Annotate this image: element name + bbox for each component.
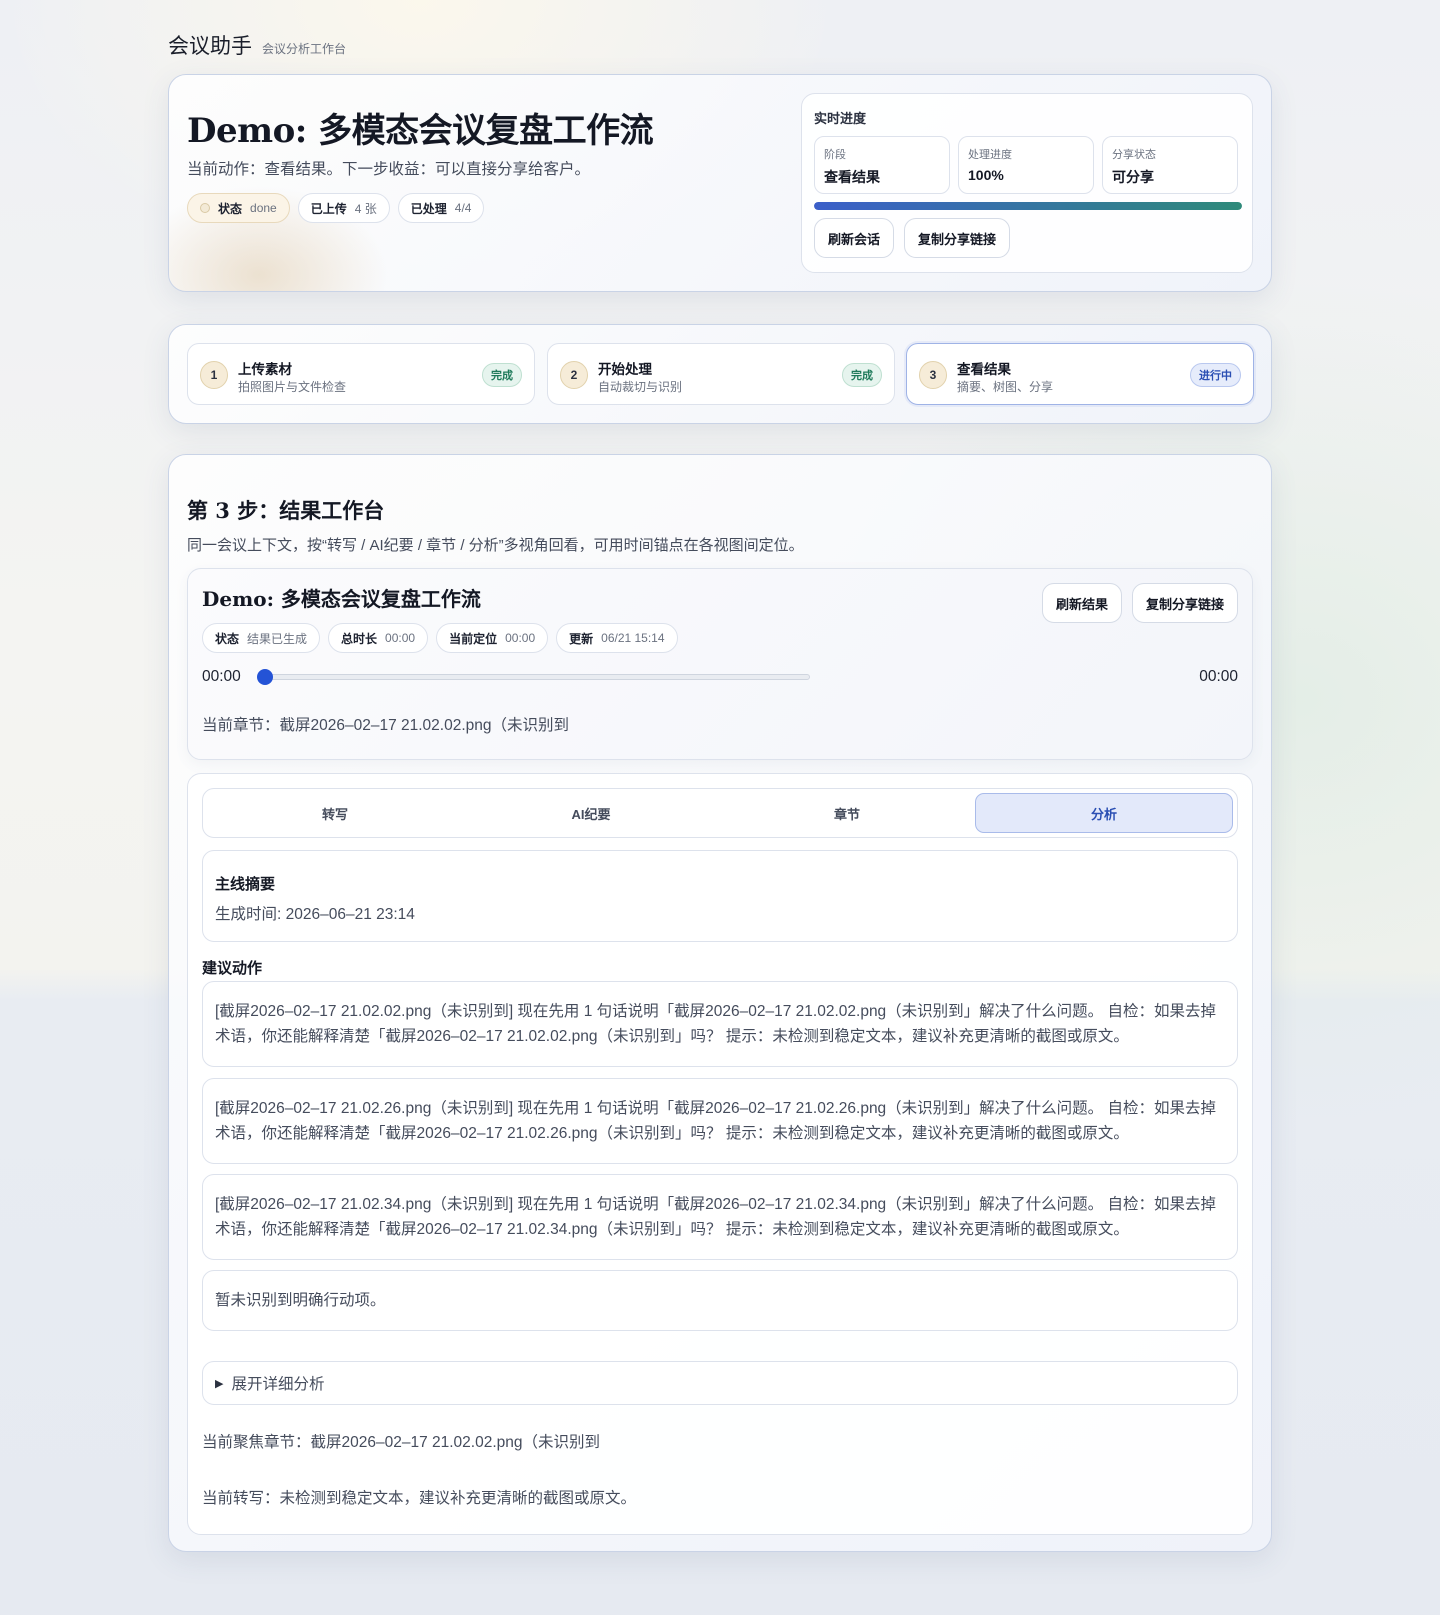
progress-bar xyxy=(814,202,1242,210)
updated-chip: 更新 06/21 15:14 xyxy=(556,623,678,653)
chip-value: 4 张 xyxy=(354,201,377,216)
chip-value: 00:00 xyxy=(385,631,416,645)
chip-value: done xyxy=(250,201,277,215)
step-title: 上传素材 xyxy=(238,362,292,377)
timeline-slider[interactable] xyxy=(257,669,810,685)
chip-value: 00:00 xyxy=(505,631,536,645)
empty-actions-message: 暂未识别到明确行动项。 xyxy=(202,1270,1238,1331)
brand: 会议助手 会议分析工作台 xyxy=(168,30,346,60)
brand-subtitle: 会议分析工作台 xyxy=(262,42,347,56)
tab-chapters[interactable]: 章节 xyxy=(719,793,975,833)
chip-value: 06/21 15:14 xyxy=(601,631,665,645)
current-transcript: 当前转写：未检测到稳定文本，建议补充更清晰的截图或原文。 xyxy=(202,1490,637,1507)
cell-value: 100% xyxy=(968,167,1004,183)
step-number: 3 xyxy=(919,361,947,389)
processing-cell: 处理进度 100% xyxy=(958,136,1094,194)
list-item: [截屏2026–02–17 21.02.26.png（未识别到] 现在先用 1 … xyxy=(202,1078,1238,1164)
hero-chips: 状态 done 已上传 4 张 已处理 4/4 xyxy=(187,193,485,223)
chip-key: 已处理 xyxy=(410,201,447,216)
chip-value: 4/4 xyxy=(454,201,472,215)
chip-key: 总时长 xyxy=(341,631,378,646)
step-subtitle: 拍照图片与文件检查 xyxy=(238,380,347,394)
details-label: 展开详细分析 xyxy=(231,1376,325,1393)
cell-key: 处理进度 xyxy=(968,149,1012,161)
step-process[interactable]: 2 开始处理 自动裁切与识别 完成 xyxy=(547,343,895,405)
copy-share-link-button[interactable]: 复制分享链接 xyxy=(1131,583,1238,623)
chip-value: 结果已生成 xyxy=(247,631,308,646)
current-time: 00:00 xyxy=(202,668,241,685)
current-chapter: 当前章节：截屏2026–02–17 21.02.02.png（未识别到 xyxy=(202,717,570,734)
player-chips: 状态 结果已生成 总时长 00:00 当前定位 00:00 更新 06/21 1… xyxy=(202,623,678,653)
player-actions: 刷新结果 复制分享链接 xyxy=(1041,583,1238,623)
step-title: 查看结果 xyxy=(957,362,1011,377)
results-workspace: 第 3 步：结果工作台 同一会议上下文，按“转写 / AI纪要 / 章节 / 分… xyxy=(168,454,1272,1552)
triangle-right-icon: ▶ xyxy=(215,1377,224,1390)
duration-chip: 总时长 00:00 xyxy=(328,623,429,653)
brand-title: 会议助手 xyxy=(168,34,252,58)
step-upload[interactable]: 1 上传素材 拍照图片与文件检查 完成 xyxy=(187,343,535,405)
main-summary: 主线摘要 生成时间: 2026–06–21 23:14 xyxy=(202,850,1238,942)
chip-key: 当前定位 xyxy=(449,631,498,646)
analysis-panel: 转写 AI纪要 章节 分析 主线摘要 生成时间: 2026–06–21 23:1… xyxy=(187,773,1253,1535)
chip-key: 状态 xyxy=(215,631,240,646)
share-status-cell: 分享状态 可分享 xyxy=(1102,136,1238,194)
chip-key: 已上传 xyxy=(310,201,347,216)
expand-details-toggle[interactable]: ▶ 展开详细分析 xyxy=(202,1361,1238,1405)
step-number: 2 xyxy=(560,361,588,389)
timeline-slider-handle[interactable] xyxy=(257,669,273,685)
meeting-player: Demo: 多模态会议复盘工作流 刷新结果 复制分享链接 状态 结果已生成 总时… xyxy=(187,568,1253,760)
status-chip: 状态 done xyxy=(187,193,290,223)
step-status-badge: 完成 xyxy=(482,363,522,387)
view-tabs: 转写 AI纪要 章节 分析 xyxy=(202,788,1238,838)
uploaded-chip: 已上传 4 张 xyxy=(297,193,390,223)
steps-card: 1 上传素材 拍照图片与文件检查 完成 2 开始处理 自动裁切与识别 完成 3 … xyxy=(168,324,1272,424)
hero-title: Demo: 多模态会议复盘工作流 xyxy=(187,111,654,151)
progress-bar-fill xyxy=(814,202,1242,210)
progress-title: 实时进度 xyxy=(814,111,867,126)
step-status-badge: 完成 xyxy=(842,363,882,387)
tab-analysis[interactable]: 分析 xyxy=(975,793,1233,833)
result-status-chip: 状态 结果已生成 xyxy=(202,623,321,653)
workspace-description: 同一会议上下文，按“转写 / AI纪要 / 章节 / 分析”多视角回看，可用时间… xyxy=(187,537,804,554)
suggested-actions-heading: 建议动作 xyxy=(202,960,263,977)
cell-key: 阶段 xyxy=(824,149,846,161)
refresh-results-button[interactable]: 刷新结果 xyxy=(1041,583,1122,623)
list-item: [截屏2026–02–17 21.02.34.png（未识别到] 现在先用 1 … xyxy=(202,1174,1238,1260)
cell-key: 分享状态 xyxy=(1112,149,1156,161)
tab-transcript[interactable]: 转写 xyxy=(207,793,463,833)
refresh-session-button[interactable]: 刷新会话 xyxy=(814,218,895,258)
tab-ai-minutes[interactable]: AI纪要 xyxy=(463,793,719,833)
step-subtitle: 自动裁切与识别 xyxy=(598,380,683,394)
workspace-title: 第 3 步：结果工作台 xyxy=(187,498,385,523)
player-title: Demo: 多模态会议复盘工作流 xyxy=(202,587,481,611)
cell-value: 查看结果 xyxy=(824,169,880,185)
step-title: 开始处理 xyxy=(598,362,652,377)
hero-description: 当前动作：查看结果。下一步收益：可以直接分享给客户。 xyxy=(187,161,591,178)
processed-chip: 已处理 4/4 xyxy=(397,193,485,223)
list-item: [截屏2026–02–17 21.02.02.png（未识别到] 现在先用 1 … xyxy=(202,981,1238,1067)
chip-key: 更新 xyxy=(569,631,594,646)
realtime-progress-panel: 实时进度 阶段 查看结果 处理进度 100% 分享状态 可分享 刷新会话 复制分… xyxy=(801,93,1253,273)
stage-cell: 阶段 查看结果 xyxy=(814,136,950,194)
summary-heading: 主线摘要 xyxy=(215,876,276,893)
copy-share-link-button[interactable]: 复制分享链接 xyxy=(904,218,1011,258)
position-chip: 当前定位 00:00 xyxy=(436,623,549,653)
step-number: 1 xyxy=(200,361,228,389)
cell-value: 可分享 xyxy=(1112,169,1154,185)
status-dot-icon xyxy=(200,203,210,213)
progress-cells: 阶段 查看结果 处理进度 100% 分享状态 可分享 xyxy=(814,136,1238,194)
step-status-badge: 进行中 xyxy=(1190,363,1241,387)
total-time: 00:00 xyxy=(1199,668,1238,685)
focus-chapter: 当前聚焦章节：截屏2026–02–17 21.02.02.png（未识别到 xyxy=(202,1434,601,1451)
chip-key: 状态 xyxy=(218,201,243,216)
step-results[interactable]: 3 查看结果 摘要、树图、分享 进行中 xyxy=(906,343,1254,405)
step-subtitle: 摘要、树图、分享 xyxy=(957,380,1054,394)
summary-generated-time: 生成时间: 2026–06–21 23:14 xyxy=(215,906,415,923)
progress-actions: 刷新会话 复制分享链接 xyxy=(814,218,1011,258)
hero-card: Demo: 多模态会议复盘工作流 当前动作：查看结果。下一步收益：可以直接分享给… xyxy=(168,74,1272,292)
